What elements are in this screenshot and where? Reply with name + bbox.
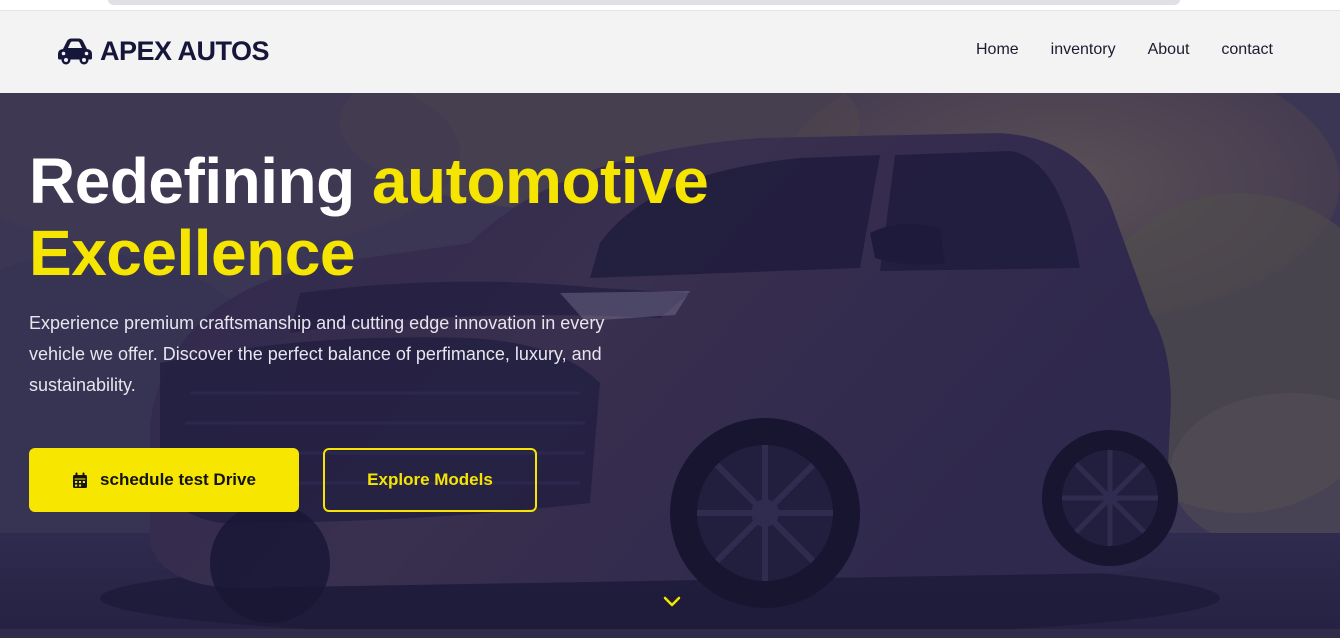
schedule-test-drive-button[interactable]: schedule test Drive xyxy=(29,448,299,512)
headline-accent-2: Excellence xyxy=(29,217,355,289)
hero-description: Experience premium craftsmanship and cut… xyxy=(29,313,605,395)
main-nav: Home inventory About contact xyxy=(976,41,1273,59)
nav-link-contact[interactable]: contact xyxy=(1221,41,1273,59)
horizontal-scrollbar[interactable] xyxy=(108,0,1180,5)
chevron-down-icon[interactable] xyxy=(663,596,681,608)
navbar: APEX AUTOS Home inventory About contact xyxy=(0,11,1340,93)
browser-top-strip xyxy=(0,0,1340,11)
schedule-test-drive-label: schedule test Drive xyxy=(100,470,256,489)
explore-models-label: Explore Models xyxy=(367,470,493,489)
nav-link-home[interactable]: Home xyxy=(976,41,1019,59)
nav-link-about[interactable]: About xyxy=(1148,41,1190,59)
calendar-icon xyxy=(73,472,88,488)
hero-bottom-edge xyxy=(0,629,1340,638)
brand-logo[interactable]: APEX AUTOS xyxy=(56,33,270,69)
hero-headline: Redefining automotive Excellence xyxy=(29,145,789,289)
hero-section: Redefining automotive Excellence Experien… xyxy=(0,93,1340,638)
headline-accent-1: automotive xyxy=(371,145,709,217)
headline-part-1: Redefining xyxy=(29,145,372,217)
brand-name: APEX AUTOS xyxy=(100,35,270,66)
car-icon xyxy=(58,38,92,65)
nav-link-inventory[interactable]: inventory xyxy=(1051,41,1116,59)
explore-models-button[interactable]: Explore Models xyxy=(323,448,537,512)
